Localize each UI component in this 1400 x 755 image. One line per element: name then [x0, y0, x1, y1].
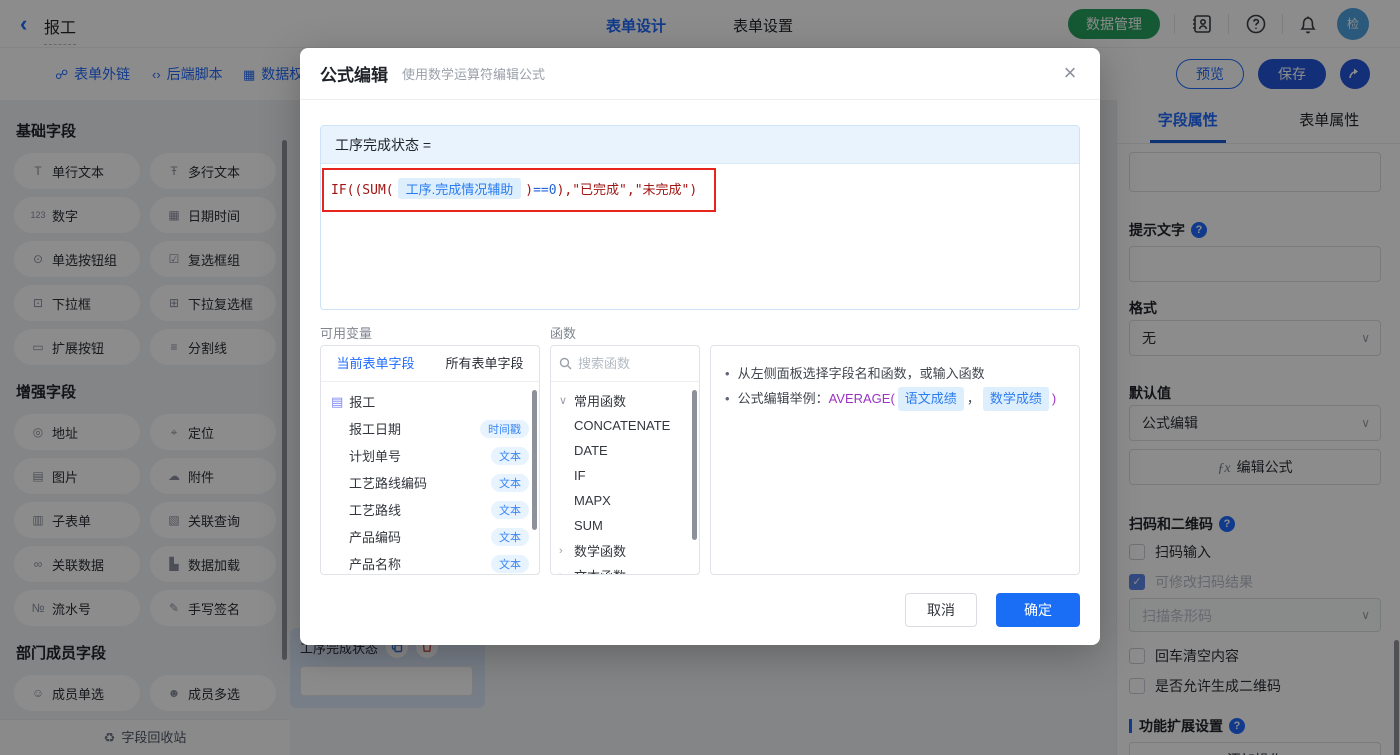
formula-target: 工序完成状态 =: [321, 126, 1079, 164]
variable-item[interactable]: 工艺路线编码 文本: [321, 469, 539, 496]
formula-editor-dialog: 公式编辑 使用数学运算符编辑公式 × 工序完成状态 = IF((SUM(工序.完…: [300, 48, 1100, 645]
type-badge: 文本: [491, 527, 529, 546]
variable-item[interactable]: 工艺路线 文本: [321, 496, 539, 523]
tab-current-form-fields[interactable]: 当前表单字段: [321, 346, 430, 381]
variables-panel: 当前表单字段 所有表单字段 ▤ 报工 报工日期 时间戳 计划单号 文本 工艺路线编码文…: [320, 345, 540, 575]
variables-scrollbar[interactable]: [532, 390, 537, 530]
function-group-common[interactable]: ∨ 常用函数: [551, 388, 699, 413]
field-chip[interactable]: 工序.完成情况辅助: [397, 178, 522, 199]
chevron-right-icon: ›: [559, 544, 563, 557]
example-field-chip: 语文成绩: [897, 386, 964, 412]
confirm-button[interactable]: 确定: [996, 593, 1080, 627]
cancel-button[interactable]: 取消: [905, 593, 977, 627]
function-item[interactable]: SUM: [551, 513, 699, 538]
type-badge: 文本: [491, 446, 529, 465]
variables-panel-label: 可用变量: [320, 326, 373, 341]
dialog-title: 公式编辑: [320, 66, 388, 85]
function-item[interactable]: MAPX: [551, 488, 699, 513]
function-item[interactable]: DATE: [551, 438, 699, 463]
form-node[interactable]: ▤ 报工: [321, 388, 539, 415]
functions-panel: ∨常用函数 CONCATENATE DATE IF MAPX SUM ›数学函数…: [550, 345, 700, 575]
chevron-down-icon: ∨: [559, 395, 568, 407]
tip-example-line: • 公式编辑举例：AVERAGE(语文成绩，数学成绩): [725, 386, 1065, 412]
type-badge: 文本: [491, 500, 529, 519]
type-badge: 文本: [491, 554, 529, 573]
function-group-math[interactable]: › 数学函数: [551, 538, 699, 563]
form-doc-icon: ▤: [331, 393, 344, 409]
tab-all-form-fields[interactable]: 所有表单字段: [430, 346, 539, 381]
tip-line: • 从左侧面板选择字段名和函数，或输入函数: [725, 366, 985, 381]
function-group-text[interactable]: ›文本函数: [551, 563, 699, 575]
functions-panel-label: 函数: [550, 326, 577, 341]
equals-sign: =: [422, 137, 432, 153]
type-badge: 时间戳: [480, 419, 529, 438]
example-field-chip: 数学成绩: [982, 386, 1049, 412]
type-badge: 文本: [491, 473, 529, 492]
variable-item[interactable]: 产品名称 文本: [321, 550, 539, 574]
functions-scrollbar[interactable]: [692, 390, 697, 540]
tips-panel: • 从左侧面板选择字段名和函数，或输入函数 • 公式编辑举例：AVERAGE(语文成…: [710, 345, 1080, 575]
variable-item[interactable]: 报工日期 时间戳: [321, 415, 539, 442]
function-search-input[interactable]: [578, 356, 691, 371]
search-icon: [559, 357, 572, 370]
close-icon[interactable]: ×: [1058, 60, 1082, 86]
variable-item[interactable]: 产品编码 文本: [321, 523, 539, 550]
variable-item[interactable]: 计划单号 文本: [321, 442, 539, 469]
dialog-subtitle: 使用数学运算符编辑公式: [402, 67, 546, 82]
formula-editor: 工序完成状态 = IF((SUM(工序.完成情况辅助)==0),"已完成","未…: [320, 125, 1080, 310]
function-item[interactable]: IF: [551, 463, 699, 488]
function-item[interactable]: CONCATENATE: [551, 413, 699, 438]
formula-input[interactable]: IF((SUM(工序.完成情况辅助)==0),"已完成","未完成"): [321, 164, 1079, 213]
chevron-right-icon: ›: [559, 570, 569, 575]
